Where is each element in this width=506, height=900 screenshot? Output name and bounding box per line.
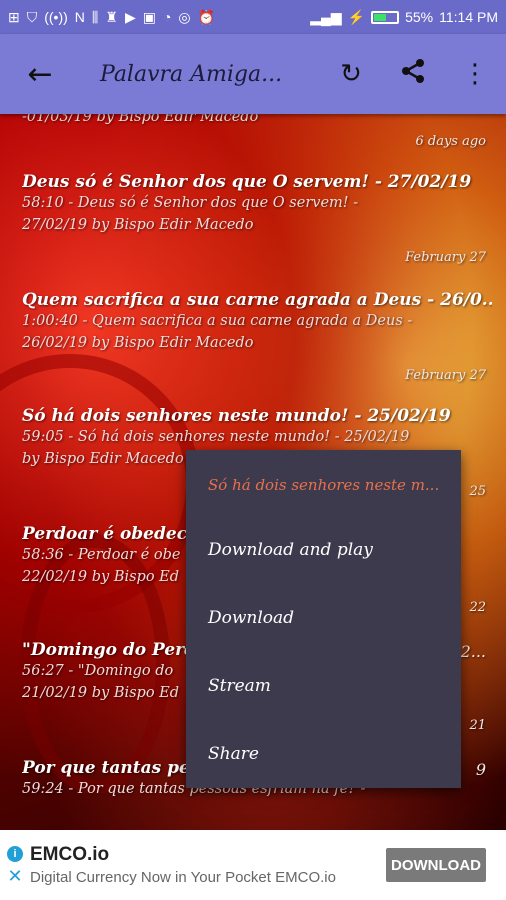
item-date: 25 (469, 484, 486, 499)
item-title: Só há dois senhores neste mundo! - 25/02… (22, 406, 451, 426)
menu-item-share[interactable]: Share (208, 744, 448, 764)
item-date: 21 (469, 718, 486, 733)
page-title: Palavra Amiga... (100, 61, 283, 87)
notification-icons: ⊞ ⛉ ((•)) N ⫼ ♜ ▶ ▣ ◔ ◎ ⏰ (8, 9, 215, 26)
refresh-icon[interactable]: ↻ (320, 59, 382, 89)
ad-banner[interactable]: i ✕ EMCO.io Digital Currency Now in Your… (0, 830, 506, 900)
item-description: 27/02/19 by Bispo Edir Macedo (22, 217, 254, 233)
charging-icon: ⚡ (347, 8, 366, 25)
broadcast-icon: ((•)) (44, 8, 68, 25)
item-title-tail: 9 (475, 760, 486, 779)
ad-subtitle: Digital Currency Now in Your Pocket EMCO… (30, 869, 336, 886)
item-date: February 27 (405, 250, 486, 265)
item-description: 26/02/19 by Bispo Edir Macedo (22, 335, 254, 351)
item-description: 59:05 - Só há dois senhores neste mundo!… (22, 429, 410, 445)
item-date: 22 (469, 600, 486, 615)
signal-icon: ▂▄▆ (310, 8, 342, 25)
n-icon: N (74, 8, 85, 25)
ad-download-button[interactable]: DOWNLOAD (386, 848, 486, 882)
share-icon[interactable] (382, 57, 444, 92)
media-icon: ⫼ (91, 8, 99, 25)
status-bar: ⊞ ⛉ ((•)) N ⫼ ♜ ▶ ▣ ◔ ◎ ⏰ ▂▄▆ ⚡ 55% 11:1… (0, 0, 506, 34)
item-title: Quem sacrifica a sua carne agrada a Deus… (22, 290, 492, 310)
battery-percent: 55% (405, 9, 434, 25)
ad-title: EMCO.io (30, 844, 110, 865)
ad-close-icon[interactable]: ✕ (7, 867, 22, 885)
app-toolbar: ← Palavra Amiga... ↻ ⋮ (0, 34, 506, 114)
item-description: 1:00:40 - Quem sacrifica a sua carne agr… (22, 313, 413, 329)
alarm-icon: ⏰ (197, 8, 216, 25)
gallery-icon: ⊞ (8, 8, 20, 25)
ad-info-icon[interactable]: i (7, 846, 23, 862)
item-title-tail: 2... (460, 642, 486, 661)
cleaner-icon: ♜ (105, 8, 118, 25)
menu-item-download-and-play[interactable]: Download and play (208, 540, 448, 560)
shirt-icon: ⛉ (26, 8, 38, 25)
menu-item-download[interactable]: Download (208, 608, 448, 628)
hotspot-icon: ◎ (178, 8, 191, 25)
back-arrow-icon[interactable]: ← (0, 57, 80, 92)
item-date: 6 days ago (415, 134, 486, 149)
context-menu: Só há dois senhores neste m... Download … (186, 450, 461, 788)
item-description: -01/03/19 by Bispo Edir Macedo (22, 114, 259, 125)
menu-header: Só há dois senhores neste m... (208, 476, 440, 494)
youtube-icon: ▶ (124, 8, 136, 25)
battery-icon (371, 10, 400, 24)
menu-item-stream[interactable]: Stream (208, 676, 448, 696)
image-icon: ▣ (142, 8, 156, 25)
item-date: February 27 (405, 368, 486, 383)
overflow-menu-icon[interactable]: ⋮ (444, 59, 506, 89)
system-icons: ▂▄▆ ⚡ 55% 11:14 PM (310, 9, 498, 26)
list-item[interactable]: Quem sacrifica a sua carne agrada a Deus… (22, 290, 492, 354)
list-item-partial[interactable]: -01/03/19 by Bispo Edir Macedo (22, 114, 492, 128)
ad-text: EMCO.io Digital Currency Now in Your Poc… (30, 844, 386, 886)
clock: 11:14 PM (439, 9, 498, 25)
ad-controls: i ✕ (0, 846, 30, 885)
item-title: Deus só é Senhor dos que O servem! - 27/… (22, 172, 472, 192)
sync-icon: ◔ (162, 8, 172, 25)
item-description: 58:10 - Deus só é Senhor dos que O serve… (22, 195, 359, 211)
list-item[interactable]: Deus só é Senhor dos que O servem! - 27/… (22, 172, 492, 236)
